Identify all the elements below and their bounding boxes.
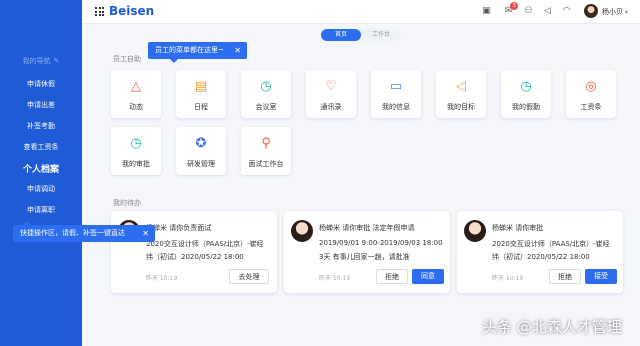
todo-label: 我的待办 (113, 199, 141, 207)
avatar (464, 220, 486, 242)
todo-card-leave-approval: 杨蝉米 请你审批 法定年假申请 2019/09/01 9:00-2019/09/… (284, 211, 450, 293)
sidebar: 我的导航 ✎ 申请休假 申请出差 补签考勤 查看工资条 个人档案 申请调动 申请离… (0, 0, 82, 346)
flame-icon: △ (131, 79, 141, 94)
person-icon[interactable]: ⚇ (522, 5, 535, 18)
tile-label: 面试工作台 (248, 160, 284, 168)
close-icon[interactable]: ✕ (234, 42, 241, 59)
calendar-icon: ▤ (194, 79, 208, 94)
tile-my-goals[interactable]: ◁ 我的目标 (436, 70, 486, 118)
avatar (291, 220, 313, 242)
todo-detail: 纬（初试）2020/05/22 18:00 (492, 253, 590, 261)
chat-icon: ▭ (389, 79, 403, 94)
tile-my-info[interactable]: ▭ 我的信息 (371, 70, 421, 118)
tooltip-text: 员工的菜单都在这里~ (155, 46, 224, 54)
sidebar-item-trip[interactable]: 申请出差 (0, 100, 82, 110)
sidebar-item-resign[interactable]: 申请离职 (0, 205, 82, 215)
mail-icon[interactable]: ✉ 3 (502, 2, 518, 18)
interviewer-icon: ⚲ (261, 136, 271, 151)
sidebar-item-profile[interactable]: 个人档案 (0, 162, 82, 175)
logo: Beisen (109, 4, 155, 18)
heart-icon: ♡ (325, 79, 337, 94)
edit-icon[interactable]: ✎ (54, 57, 60, 65)
doc-icon[interactable]: ▣ (480, 5, 493, 18)
tile-rd-management[interactable]: ✪ 研发管理 (176, 127, 226, 175)
tab-home[interactable]: 首页 (321, 29, 361, 41)
reject-button[interactable]: 拒绝 (549, 269, 581, 284)
sidebar-item-attendance[interactable]: 补签考勤 (0, 121, 82, 131)
tile-label: 通讯录 (320, 103, 342, 111)
sidebar-item-transfer[interactable]: 申请调动 (0, 184, 82, 194)
tile-label: 我的假勤 (512, 103, 540, 111)
user-menu[interactable]: 杨小贝 (602, 7, 628, 17)
todo-title: 杨蝉米 请你审批 法定年假申请 (319, 224, 415, 232)
alarm-icon: ◷ (130, 136, 142, 151)
tile-label: 我的目标 (447, 103, 475, 111)
avatar[interactable] (584, 4, 598, 18)
tile-label: 工资条 (580, 103, 602, 111)
app-grid-icon[interactable] (95, 7, 104, 16)
tile-schedule[interactable]: ▤ 日程 (176, 70, 226, 118)
tile-my-approvals[interactable]: ◷ 我的审批 (111, 127, 161, 175)
tile-label: 会议室 (255, 103, 277, 111)
spiral-icon: ◎ (585, 79, 597, 94)
todo-time: 昨天 10:19 (492, 275, 524, 282)
todo-title: 杨蝉米 请你审批 (492, 224, 544, 232)
tile-meeting-room[interactable]: ◷ 会议室 (241, 70, 291, 118)
todo-detail: 纬（初试）2020/05/22 18:00 (146, 253, 244, 261)
todo-card-approval: 杨蝉米 请你审批 2020交互设计师（PAAS/北京）-崔经 纬（初试）2020… (457, 211, 623, 293)
top-bar: Beisen ▣ ✉ 3 ⚇ ◁ ◠ 杨小贝 (82, 0, 640, 24)
todo-card-interview: 杨蝉米 请你负责面试 2020交互设计师（PAAS/北京）-崔经 纬（初试）20… (111, 211, 277, 293)
todo-time: 昨天 10:19 (319, 275, 351, 282)
headset-icon[interactable]: ◠ (560, 5, 573, 18)
tab-bar: 首页 工作台 (321, 29, 401, 41)
todo-detail: 3天 有事儿回家一趟，请批准 (319, 253, 410, 261)
tile-payslip[interactable]: ◎ 工资条 (566, 70, 616, 118)
tile-contacts[interactable]: ♡ 通讯录 (306, 70, 356, 118)
clock-icon: ◷ (260, 79, 272, 94)
self-service-label: 员工自助 (113, 55, 141, 63)
sidebar-section-title: 我的导航 ✎ (22, 57, 60, 65)
watermark: 头条 @北森人才管理 (482, 318, 622, 336)
todo-title: 杨蝉米 请你负责面试 (146, 224, 212, 232)
approve-button[interactable]: 同意 (412, 269, 444, 284)
todo-detail: 2019/09/01 9:00-2019/09/03 18:00 (319, 239, 443, 247)
compass-icon: ✪ (195, 136, 207, 151)
tile-feed[interactable]: △ 动态 (111, 70, 161, 118)
megaphone-icon: ◁ (456, 79, 466, 94)
tile-interview-workbench[interactable]: ⚲ 面试工作台 (241, 127, 291, 175)
todo-detail: 2020交互设计师（PAAS/北京）-崔经 (492, 240, 610, 248)
close-icon[interactable]: ✕ (142, 225, 149, 242)
tile-label: 研发管理 (187, 160, 215, 168)
tile-my-attendance[interactable]: ◷ 我的假勤 (501, 70, 551, 118)
sidebar-item-leave[interactable]: 申请休假 (0, 79, 82, 89)
tab-workbench[interactable]: 工作台 (361, 29, 401, 41)
todo-time: 昨天 10:19 (146, 275, 178, 282)
reject-button[interactable]: 拒绝 (376, 269, 408, 284)
menu-tooltip: 员工的菜单都在这里~ ✕ (148, 42, 247, 63)
quick-action-tooltip: 快捷操作区，请假、补签一键直达 ✕ (13, 221, 155, 242)
tooltip-text: 快捷操作区，请假、补签一键直达 (20, 229, 125, 237)
accept-button[interactable]: 接受 (585, 269, 617, 284)
alarm-icon: ◷ (520, 79, 532, 94)
tile-label: 日程 (194, 103, 208, 111)
tile-label: 我的信息 (382, 103, 410, 111)
sidebar-item-payslip[interactable]: 查看工资条 (0, 142, 82, 152)
mail-badge: 3 (510, 2, 518, 10)
tile-label: 我的审批 (122, 160, 150, 168)
handle-button[interactable]: 去处理 (229, 269, 269, 284)
speaker-icon[interactable]: ◁ (541, 5, 554, 18)
todo-detail: 2020交互设计师（PAAS/北京）-崔经 (146, 240, 264, 248)
tile-label: 动态 (129, 103, 143, 111)
